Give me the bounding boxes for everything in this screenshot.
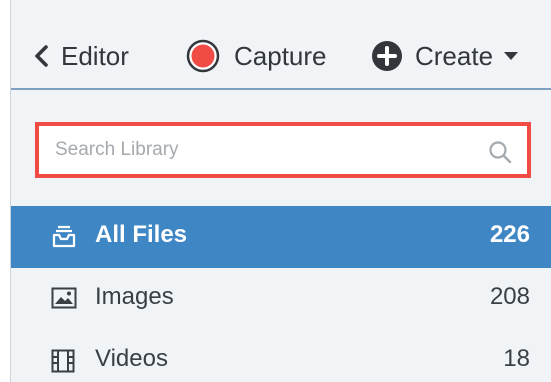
capture-label: Capture — [234, 40, 327, 71]
capture-button[interactable]: Capture — [186, 36, 327, 76]
library-item-count: 18 — [503, 345, 530, 372]
inbox-tray-icon — [51, 225, 77, 256]
library-item-all-files[interactable]: All Files 226 — [11, 206, 551, 268]
search-input[interactable] — [47, 132, 499, 168]
library-item-images[interactable]: Images 208 — [11, 268, 551, 330]
image-icon — [51, 287, 77, 316]
chevron-down-icon — [503, 51, 519, 61]
record-icon — [186, 39, 220, 73]
search-box — [35, 122, 531, 178]
library-item-label: All Files — [95, 221, 188, 248]
plus-circle-icon — [371, 40, 403, 72]
chevron-left-icon — [33, 44, 49, 68]
library-panel: Editor Capture Create Search Library All… — [10, 0, 551, 382]
library-item-count: 208 — [489, 283, 530, 310]
film-icon — [51, 349, 75, 380]
editor-button[interactable]: Editor — [33, 36, 129, 76]
library-item-label: Images — [95, 283, 174, 310]
library-item-videos[interactable]: Videos 18 — [11, 330, 551, 382]
create-label: Create — [415, 40, 494, 71]
create-button[interactable]: Create — [371, 36, 519, 76]
editor-label: Editor — [61, 40, 129, 71]
library-item-count: 226 — [489, 221, 530, 248]
top-toolbar: Editor Capture Create — [11, 0, 551, 90]
search-icon[interactable] — [487, 139, 513, 170]
library-item-label: Videos — [95, 345, 168, 372]
